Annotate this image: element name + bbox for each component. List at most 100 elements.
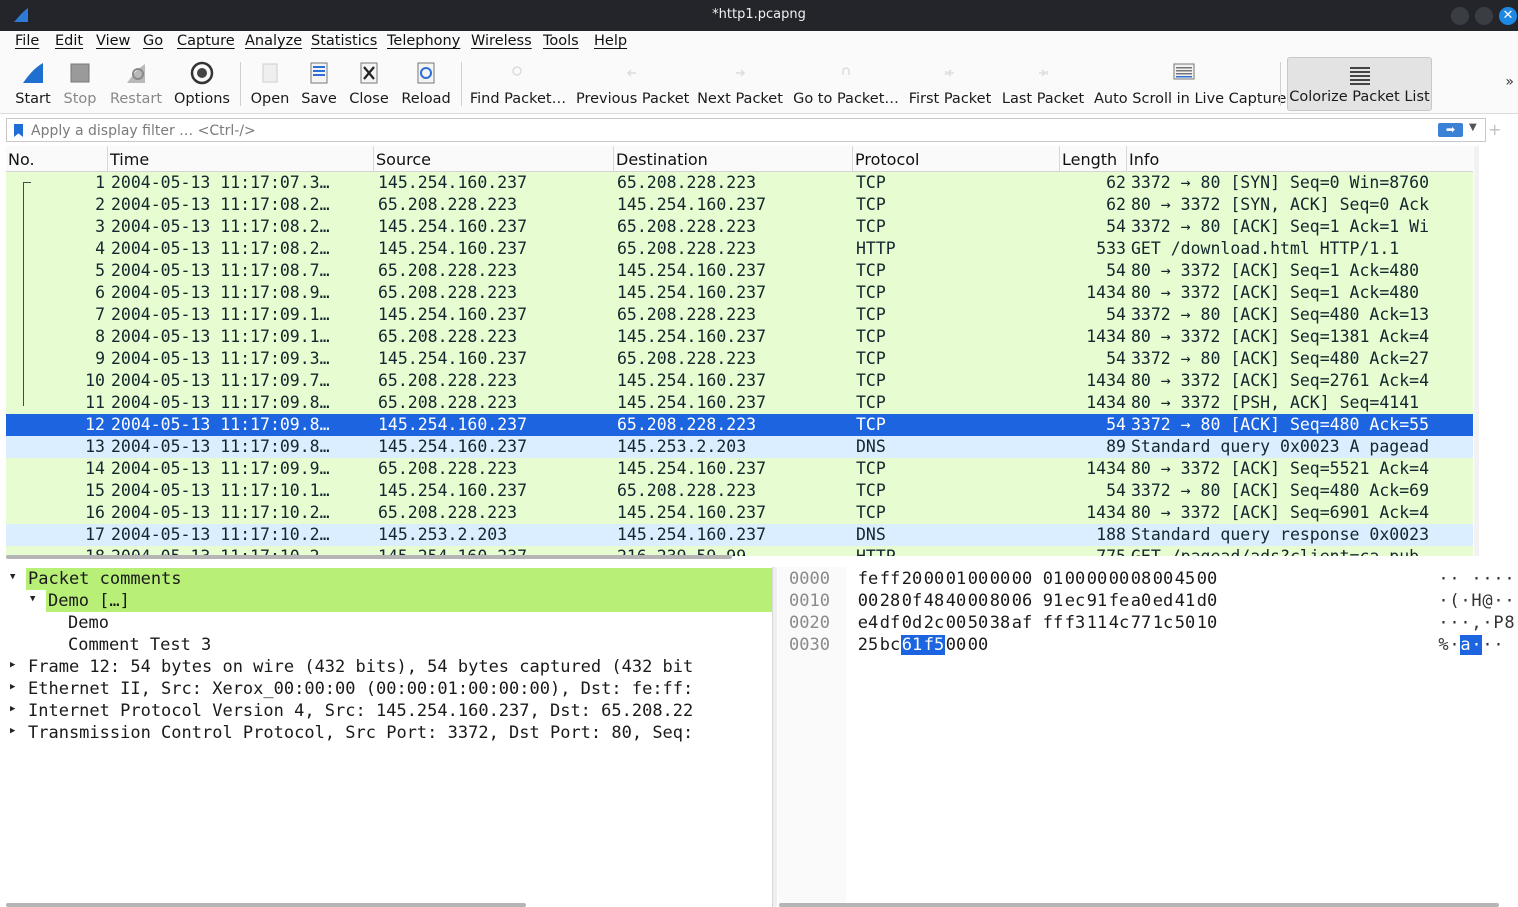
packet-row[interactable]: 12 2004-05-13 11:17:09.8… 145.254.160.237 6… <box>6 414 1473 436</box>
hex-byte[interactable]: ec <box>1064 591 1086 611</box>
hex-byte[interactable]: 00 <box>1152 569 1174 589</box>
hex-byte[interactable]: 77 <box>1130 613 1152 633</box>
ascii-char[interactable]: · <box>1482 569 1493 589</box>
bookmark-icon[interactable] <box>14 124 23 137</box>
chevron-down-icon[interactable]: ▼ <box>30 594 35 604</box>
ascii-char[interactable]: 8 <box>1504 613 1515 633</box>
column-header-protocol[interactable]: Protocol <box>855 150 919 169</box>
hex-byte[interactable]: f5 <box>923 635 945 655</box>
menu-capture[interactable]: Capture <box>177 33 235 49</box>
last-packet-button[interactable]: Last Packet <box>1000 54 1086 112</box>
hex-byte[interactable]: 00 <box>967 591 989 611</box>
packet-row[interactable]: 2 2004-05-13 11:17:08.2… 65.208.228.223 145… <box>6 194 1473 216</box>
ascii-char[interactable]: P <box>1493 613 1504 633</box>
restart-capture-button[interactable]: Restart <box>108 54 164 112</box>
hex-byte[interactable]: 28 <box>879 591 901 611</box>
hex-byte[interactable]: 48 <box>923 591 945 611</box>
hex-byte[interactable]: 2c <box>923 613 945 633</box>
hex-byte[interactable]: ff <box>1042 613 1064 633</box>
menu-help[interactable]: Help <box>594 33 627 49</box>
packet-row[interactable]: 8 2004-05-13 11:17:09.1… 65.208.228.223 145… <box>6 326 1473 348</box>
menu-tools[interactable]: Tools <box>543 33 579 49</box>
reload-file-button[interactable]: Reload <box>400 54 452 112</box>
hex-byte[interactable]: 50 <box>1174 613 1196 633</box>
column-header-length[interactable]: Length <box>1062 150 1117 169</box>
ascii-char[interactable]: · <box>1449 569 1460 589</box>
menu-edit[interactable]: Edit <box>55 33 83 49</box>
toolbar-overflow-button[interactable]: » <box>1505 74 1514 90</box>
ascii-char[interactable]: · <box>1482 613 1493 633</box>
ascii-char[interactable]: a <box>1460 635 1471 655</box>
hex-byte[interactable]: 00 <box>989 569 1011 589</box>
hex-byte[interactable]: 01 <box>945 569 967 589</box>
hex-byte[interactable]: fe <box>1108 591 1130 611</box>
ascii-char[interactable]: · <box>1438 569 1449 589</box>
hex-byte[interactable]: a0 <box>1130 591 1152 611</box>
pane-splitter[interactable] <box>772 567 777 907</box>
hex-byte[interactable]: 01 <box>1042 569 1064 589</box>
hex-byte[interactable]: df <box>879 613 901 633</box>
column-header-no[interactable]: No. <box>8 150 35 169</box>
hex-byte[interactable]: 4c <box>1108 613 1130 633</box>
column-header-destination[interactable]: Destination <box>616 150 708 169</box>
hex-byte[interactable]: 11 <box>1086 613 1108 633</box>
ascii-char[interactable]: · <box>1471 569 1482 589</box>
menu-telephony[interactable]: Telephony <box>387 33 460 49</box>
hex-byte[interactable]: 00 <box>857 591 879 611</box>
hex-byte[interactable]: 00 <box>967 569 989 589</box>
details-horizontal-scrollbar[interactable] <box>6 903 526 907</box>
ascii-char[interactable]: · <box>1438 613 1449 633</box>
hex-byte[interactable]: 00 <box>967 635 989 655</box>
hex-byte[interactable]: af <box>1011 613 1033 633</box>
save-file-button[interactable]: Save <box>298 54 340 112</box>
hex-byte[interactable]: 40 <box>945 591 967 611</box>
ascii-char[interactable]: H <box>1471 591 1482 611</box>
ascii-char[interactable]: · <box>1493 591 1504 611</box>
ascii-char[interactable]: · <box>1493 635 1504 655</box>
open-file-button[interactable]: Open <box>248 54 292 112</box>
hex-byte[interactable]: 25 <box>857 635 879 655</box>
colorize-packet-list-button[interactable]: Colorize Packet List <box>1287 57 1432 111</box>
ascii-char[interactable]: · <box>1449 635 1460 655</box>
hex-byte[interactable]: f3 <box>1064 613 1086 633</box>
menu-analyze[interactable]: Analyze <box>245 33 302 49</box>
detail-tree-item[interactable]: ▼ Demo […] <box>30 590 772 612</box>
maximize-button[interactable] <box>1475 7 1493 25</box>
packet-list-scrollbar[interactable] <box>1474 146 1479 556</box>
find-packet-button[interactable]: Find Packet… <box>468 54 568 112</box>
hex-byte[interactable]: 50 <box>967 613 989 633</box>
hex-byte[interactable]: d0 <box>1196 591 1218 611</box>
menu-file[interactable]: File <box>15 33 39 49</box>
bytes-horizontal-scrollbar[interactable] <box>779 903 1499 907</box>
hex-byte[interactable]: 38 <box>989 613 1011 633</box>
packet-row[interactable]: 17 2004-05-13 11:17:10.2… 145.253.2.203 145… <box>6 524 1473 546</box>
stop-capture-button[interactable]: Stop <box>60 54 100 112</box>
hex-byte[interactable]: 0f <box>901 591 923 611</box>
first-packet-button[interactable]: First Packet <box>908 54 992 112</box>
column-header-info[interactable]: Info <box>1129 150 1159 169</box>
hex-byte[interactable]: e4 <box>857 613 879 633</box>
menu-wireless[interactable]: Wireless <box>471 33 532 49</box>
display-filter-input[interactable] <box>31 121 1431 140</box>
menu-view[interactable]: View <box>96 33 130 49</box>
ascii-char[interactable]: · <box>1493 569 1504 589</box>
hex-byte[interactable]: 0d <box>901 613 923 633</box>
packet-row[interactable]: 9 2004-05-13 11:17:09.3… 145.254.160.237 65… <box>6 348 1473 370</box>
hex-byte[interactable]: 41 <box>1174 591 1196 611</box>
ascii-char[interactable]: % <box>1438 635 1449 655</box>
hex-byte[interactable]: 61 <box>901 635 923 655</box>
capture-options-button[interactable]: Options <box>172 54 232 112</box>
column-divider[interactable] <box>1126 146 1127 172</box>
packet-row[interactable]: 3 2004-05-13 11:17:08.2… 145.254.160.237 65… <box>6 216 1473 238</box>
chevron-down-icon[interactable]: ▼ <box>1469 122 1477 133</box>
detail-tree-item[interactable]: ▼ Packet comments <box>10 568 772 590</box>
hex-byte[interactable]: 06 <box>1011 591 1033 611</box>
add-filter-button[interactable]: + <box>1488 120 1501 139</box>
minimize-button[interactable] <box>1451 7 1469 25</box>
auto-scroll-button[interactable]: Auto Scroll in Live Capture <box>1094 54 1286 112</box>
go-to-packet-button[interactable]: Go to Packet… <box>792 54 900 112</box>
packet-row[interactable]: 7 2004-05-13 11:17:09.1… 145.254.160.237 65… <box>6 304 1473 326</box>
packet-row[interactable]: 11 2004-05-13 11:17:09.8… 65.208.228.223 14… <box>6 392 1473 414</box>
ascii-char[interactable]: , <box>1471 613 1482 633</box>
close-window-button[interactable]: ✕ <box>1499 7 1517 25</box>
